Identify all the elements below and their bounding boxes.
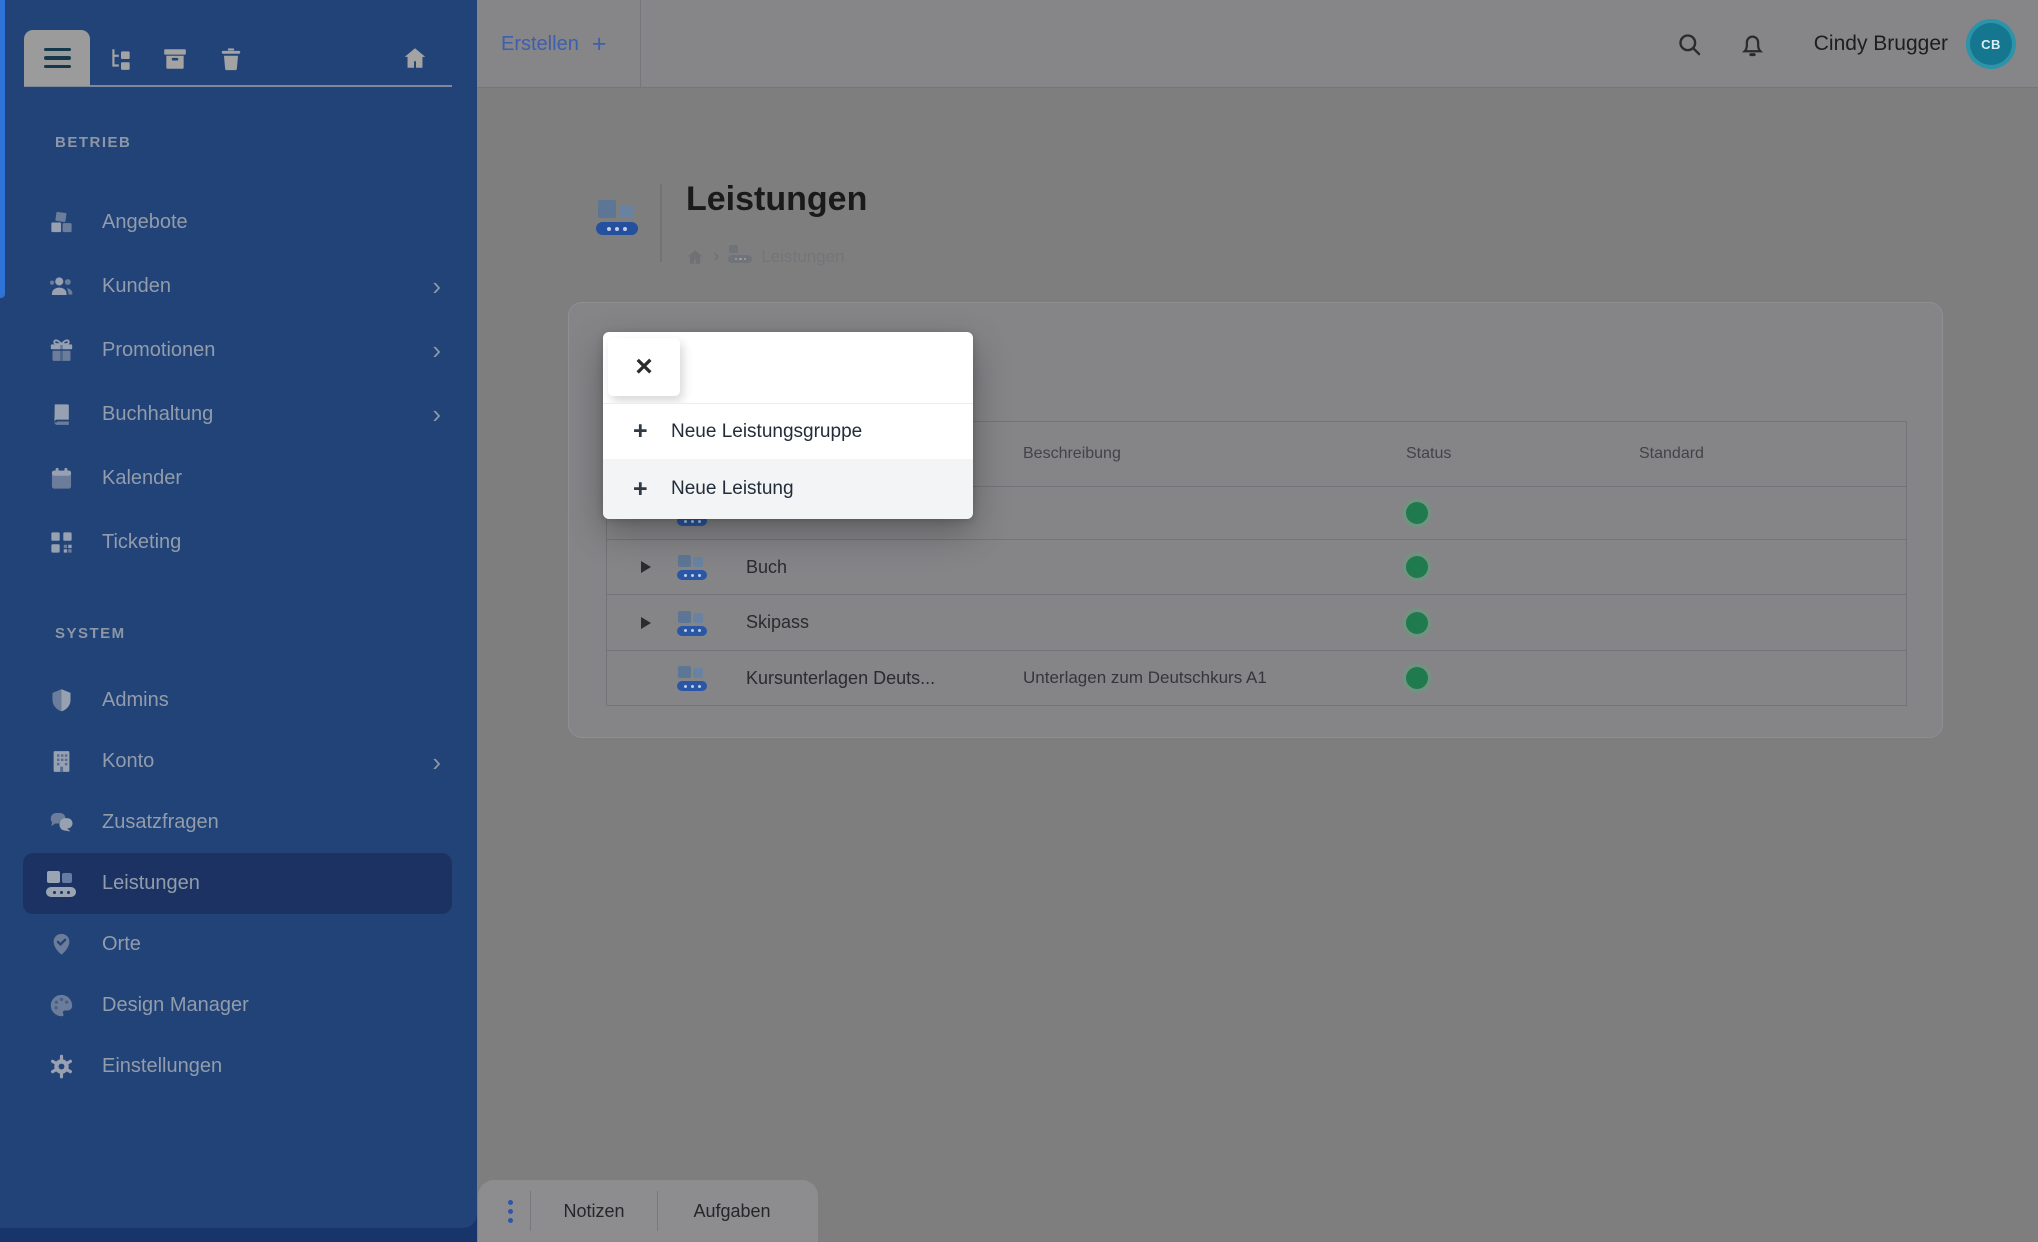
menu-item-neue-leistungsgruppe[interactable]: + Neue Leistungsgruppe (603, 404, 973, 459)
plus-icon: + (633, 475, 671, 504)
modal-backdrop[interactable] (0, 0, 2038, 1242)
close-button[interactable]: × (608, 338, 680, 396)
plus-icon: + (633, 417, 671, 446)
menu-item-label: Neue Leistungsgruppe (671, 421, 862, 443)
popup-menu: + Neue Leistungsgruppe + Neue Leistung (603, 403, 973, 519)
create-leistung-popup: × + Neue Leistungsgruppe + Neue Leistung (603, 332, 973, 518)
close-icon: × (635, 350, 653, 384)
menu-item-neue-leistung[interactable]: + Neue Leistung (603, 459, 973, 519)
app-window: BETRIEB Angebote Kunden › Promotionen › (0, 0, 2038, 1242)
menu-item-label: Neue Leistung (671, 478, 794, 500)
